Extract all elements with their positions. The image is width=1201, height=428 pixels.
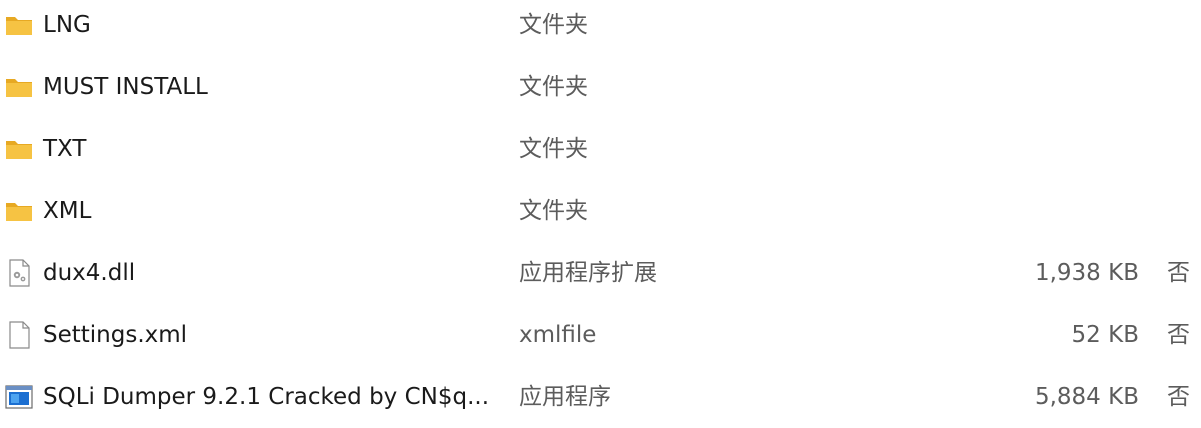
file-row[interactable]: LNG 文件夹 <box>0 0 1201 56</box>
file-row[interactable]: XML 文件夹 <box>0 180 1201 242</box>
file-name: MUST INSTALL <box>43 74 208 100</box>
file-row[interactable]: TXT 文件夹 <box>0 118 1201 180</box>
file-size: 5,884 KB <box>1034 384 1139 410</box>
file-row[interactable]: Settings.xml xmlfile 52 KB 否 <box>0 304 1201 366</box>
file-name: LNG <box>43 12 91 38</box>
file-type: 文件夹 <box>519 74 588 100</box>
file-name: TXT <box>43 136 87 162</box>
file-type: 应用程序扩展 <box>519 260 657 286</box>
file-type: 文件夹 <box>519 198 588 224</box>
document-file-icon <box>4 320 34 350</box>
file-name: Settings.xml <box>43 322 188 348</box>
file-size: 52 KB <box>1071 322 1139 348</box>
file-name: dux4.dll <box>43 260 136 286</box>
file-name: XML <box>43 198 92 224</box>
file-list: LNG 文件夹 MUST INSTALL 文件夹 TXT 文件夹 XML 文件夹… <box>0 0 1201 420</box>
dll-file-icon <box>4 258 34 288</box>
folder-icon <box>4 10 34 40</box>
file-type: 应用程序 <box>519 384 611 410</box>
application-icon <box>4 382 34 412</box>
file-name: SQLi Dumper 9.2.1 Cracked by CN$q... <box>43 384 490 410</box>
file-row[interactable]: dux4.dll 应用程序扩展 1,938 KB 否 <box>0 242 1201 304</box>
file-size: 1,938 KB <box>1034 260 1139 286</box>
file-type: 文件夹 <box>519 12 588 38</box>
file-type: xmlfile <box>519 322 597 348</box>
folder-icon <box>4 134 34 164</box>
file-row[interactable]: MUST INSTALL 文件夹 <box>0 56 1201 118</box>
file-type: 文件夹 <box>519 136 588 162</box>
folder-icon <box>4 196 34 226</box>
folder-icon <box>4 72 34 102</box>
file-extra: 否 <box>1167 260 1190 286</box>
file-extra: 否 <box>1167 322 1190 348</box>
file-row[interactable]: SQLi Dumper 9.2.1 Cracked by CN$q... 应用程… <box>0 366 1201 428</box>
file-extra: 否 <box>1167 384 1190 410</box>
